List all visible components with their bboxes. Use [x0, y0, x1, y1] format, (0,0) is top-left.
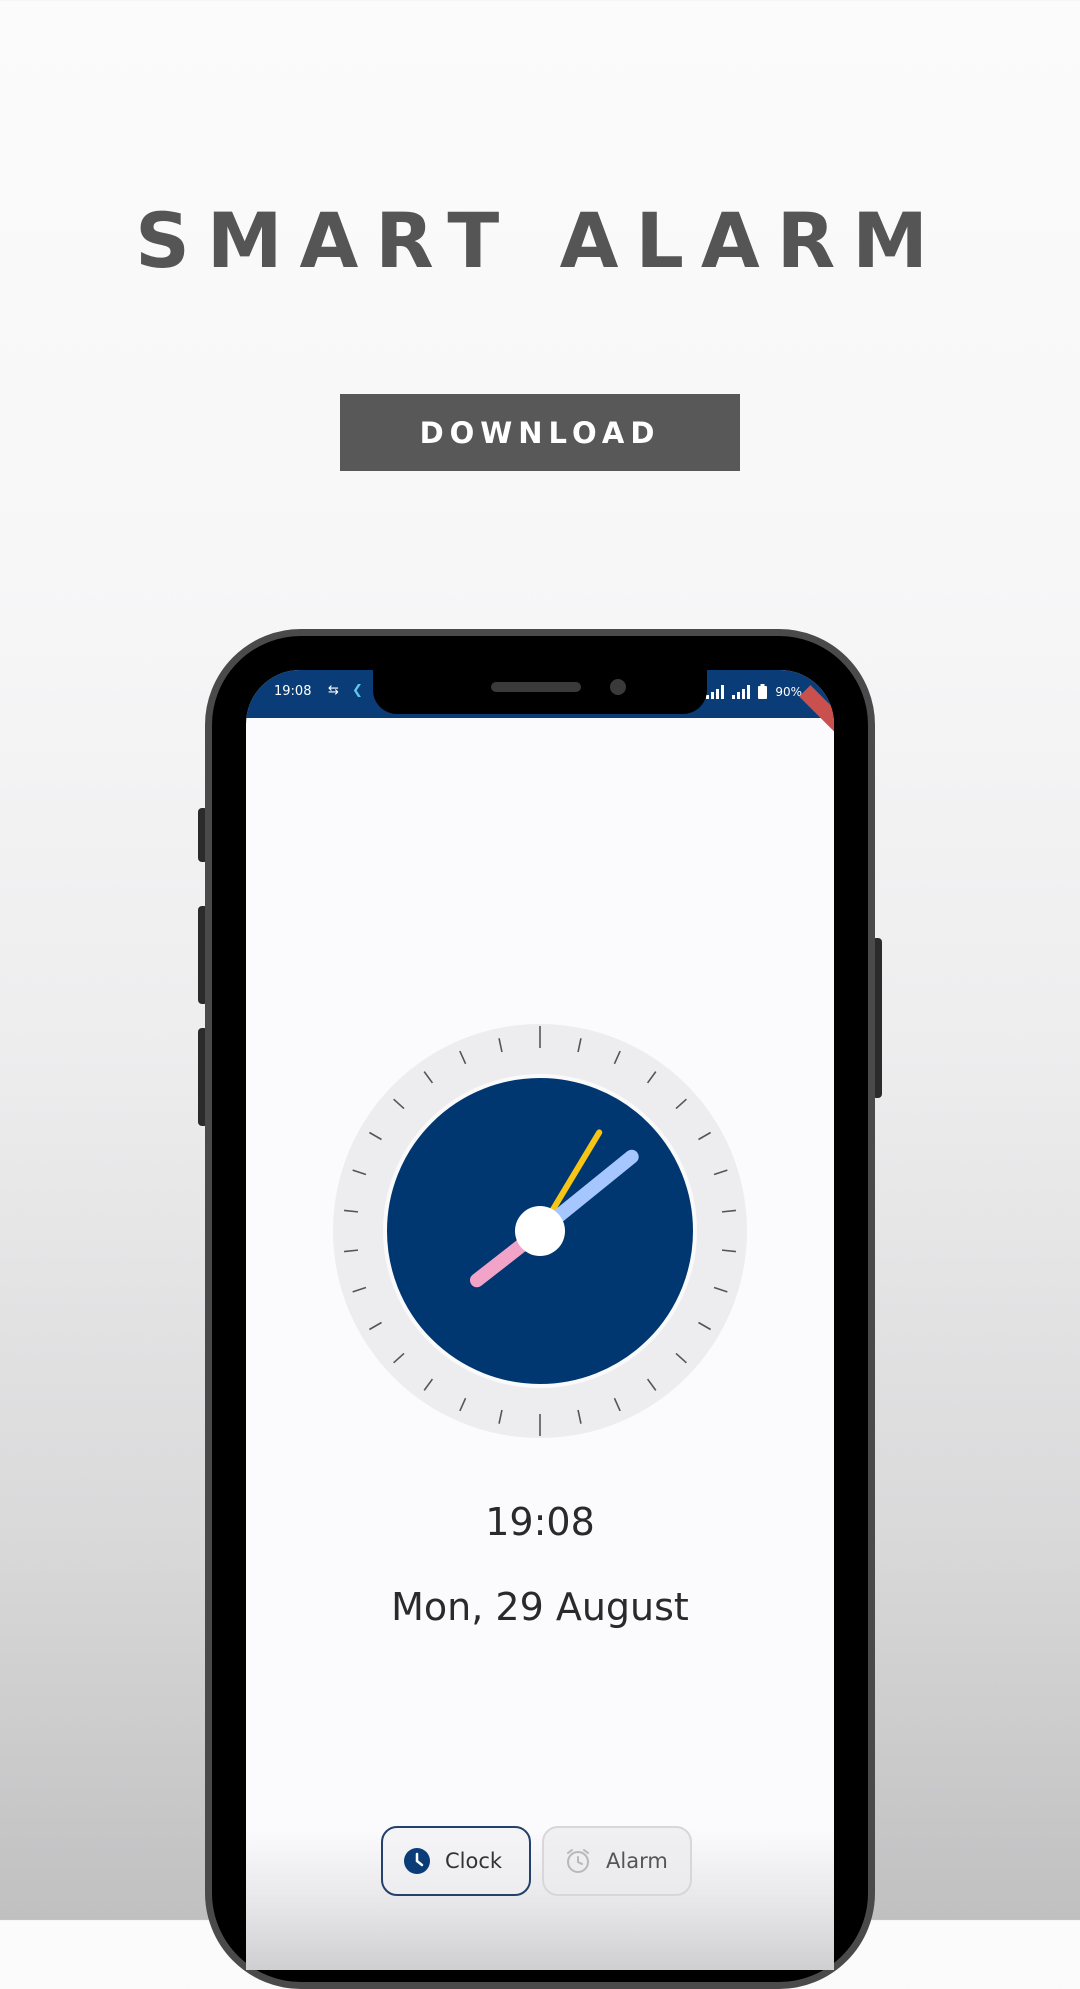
alarm-icon	[567, 1849, 589, 1873]
flutter-icon: ❮	[352, 683, 363, 698]
signal-icon	[732, 684, 751, 699]
phone-speaker	[491, 682, 581, 692]
page-title: SMART ALARM	[135, 196, 945, 285]
download-button[interactable]: DOWNLOAD	[340, 394, 740, 471]
status-time: 19:08	[274, 684, 312, 699]
tab-alarm[interactable]: Alarm	[542, 1826, 692, 1896]
status-right: 90%	[706, 684, 802, 699]
battery-icon	[758, 684, 768, 699]
battery-percent: 90%	[775, 684, 802, 699]
digital-time: 19:08	[485, 1500, 595, 1544]
bottom-nav-area	[246, 1830, 834, 1970]
signal-icon	[706, 684, 725, 699]
tab-clock[interactable]: Clock	[381, 1826, 531, 1896]
current-date: Mon, 29 August	[391, 1585, 689, 1629]
phone-notch	[373, 670, 707, 714]
tab-alarm-label: Alarm	[606, 1849, 668, 1873]
app-screen: 19:08 ⇆ ❮ 90% 19:08 Mon, 29 August Clock…	[246, 670, 834, 1970]
clock-icon	[404, 1848, 430, 1874]
phone-camera	[610, 679, 626, 695]
tab-clock-label: Clock	[445, 1849, 503, 1873]
sync-icon: ⇆	[328, 683, 339, 698]
clock-center-cap	[515, 1206, 565, 1256]
analog-clock	[333, 1024, 747, 1438]
